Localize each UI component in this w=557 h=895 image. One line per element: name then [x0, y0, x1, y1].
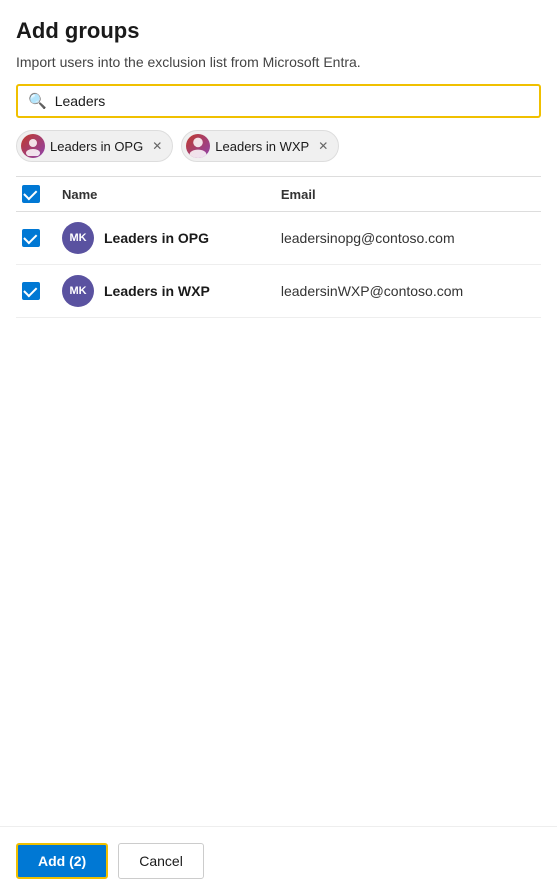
table-row: MK Leaders in OPG leadersinopg@contoso.c… — [16, 212, 541, 265]
row-opg-checkbox[interactable] — [22, 229, 40, 247]
row-opg-name: Leaders in OPG — [104, 230, 209, 246]
results-table: Name Email MK Leaders in OPG leadersinop… — [16, 177, 541, 318]
page-title: Add groups — [16, 18, 541, 44]
search-icon: 🔍 — [28, 92, 47, 110]
tag-avatar-wxp — [186, 134, 210, 158]
row-wxp-email-cell: leadersinWXP@contoso.com — [275, 265, 541, 318]
row-wxp-name-cell: MK Leaders in WXP — [56, 265, 275, 318]
tag-opg-close[interactable]: ✕ — [152, 140, 162, 152]
add-button[interactable]: Add (2) — [16, 843, 108, 879]
tag-wxp-close[interactable]: ✕ — [318, 140, 328, 152]
table-header-row: Name Email — [16, 177, 541, 212]
row-wxp-checkbox[interactable] — [22, 282, 40, 300]
row-wxp-email: leadersinWXP@contoso.com — [281, 283, 463, 299]
tag-opg: Leaders in OPG ✕ — [16, 130, 173, 162]
subtitle: Import users into the exclusion list fro… — [16, 54, 541, 70]
row-opg-email: leadersinopg@contoso.com — [281, 230, 455, 246]
tags-row: Leaders in OPG ✕ Leaders in WXP ✕ — [16, 130, 541, 162]
tag-wxp: Leaders in WXP ✕ — [181, 130, 339, 162]
search-box: 🔍 — [16, 84, 541, 118]
search-input[interactable] — [55, 93, 529, 109]
header-checkbox-col — [16, 177, 56, 212]
row-opg-avatar: MK — [62, 222, 94, 254]
tag-avatar-opg — [21, 134, 45, 158]
tag-wxp-label: Leaders in WXP — [215, 139, 309, 154]
tag-opg-label: Leaders in OPG — [50, 139, 143, 154]
row-opg-name-cell: MK Leaders in OPG — [56, 212, 275, 265]
header-email: Email — [275, 177, 541, 212]
row-opg-checkbox-cell — [16, 212, 56, 265]
cancel-button[interactable]: Cancel — [118, 843, 204, 879]
row-wxp-checkbox-cell — [16, 265, 56, 318]
table-row: MK Leaders in WXP leadersinWXP@contoso.c… — [16, 265, 541, 318]
footer: Add (2) Cancel — [0, 826, 557, 895]
select-all-checkbox[interactable] — [22, 185, 40, 203]
header-name: Name — [56, 177, 275, 212]
row-opg-email-cell: leadersinopg@contoso.com — [275, 212, 541, 265]
page-container: Add groups Import users into the exclusi… — [0, 0, 557, 895]
row-wxp-avatar: MK — [62, 275, 94, 307]
row-wxp-name: Leaders in WXP — [104, 283, 210, 299]
